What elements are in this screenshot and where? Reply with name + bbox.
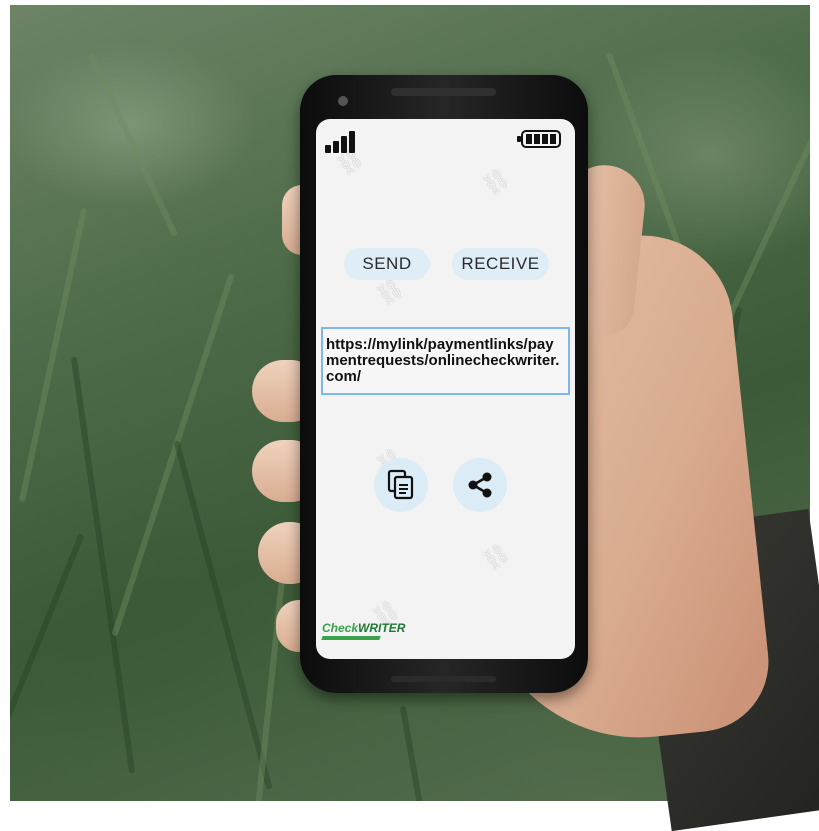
link-watermark-icon: ⛓ [477, 538, 515, 575]
app-screen: ⛓ ⛓ ⛓ ⛓ ⛓ ⛓ ⛓ SEND RECEIVE https://mylin… [316, 119, 575, 659]
earpiece-speaker [391, 88, 496, 96]
share-button[interactable] [453, 458, 507, 512]
link-watermark-icon: ⛓ [477, 163, 515, 200]
checkwriter-logo: CheckWRITER [321, 619, 405, 643]
copy-button[interactable] [374, 458, 428, 512]
copy-icon [387, 469, 414, 500]
receive-button[interactable]: RECEIVE [452, 248, 549, 280]
signal-icon [325, 129, 361, 153]
front-camera [338, 96, 348, 106]
battery-icon [517, 130, 561, 148]
logo-text-writer: WRITER [358, 621, 406, 635]
phone: ⛓ ⛓ ⛓ ⛓ ⛓ ⛓ ⛓ SEND RECEIVE https://mylin… [300, 75, 588, 693]
share-icon [468, 472, 492, 498]
payment-link-field[interactable]: https://mylink/paymentlinks/paymentreque… [321, 327, 570, 395]
send-button[interactable]: SEND [344, 248, 430, 280]
bottom-speaker [391, 676, 496, 682]
logo-text-check: Check [322, 621, 359, 635]
